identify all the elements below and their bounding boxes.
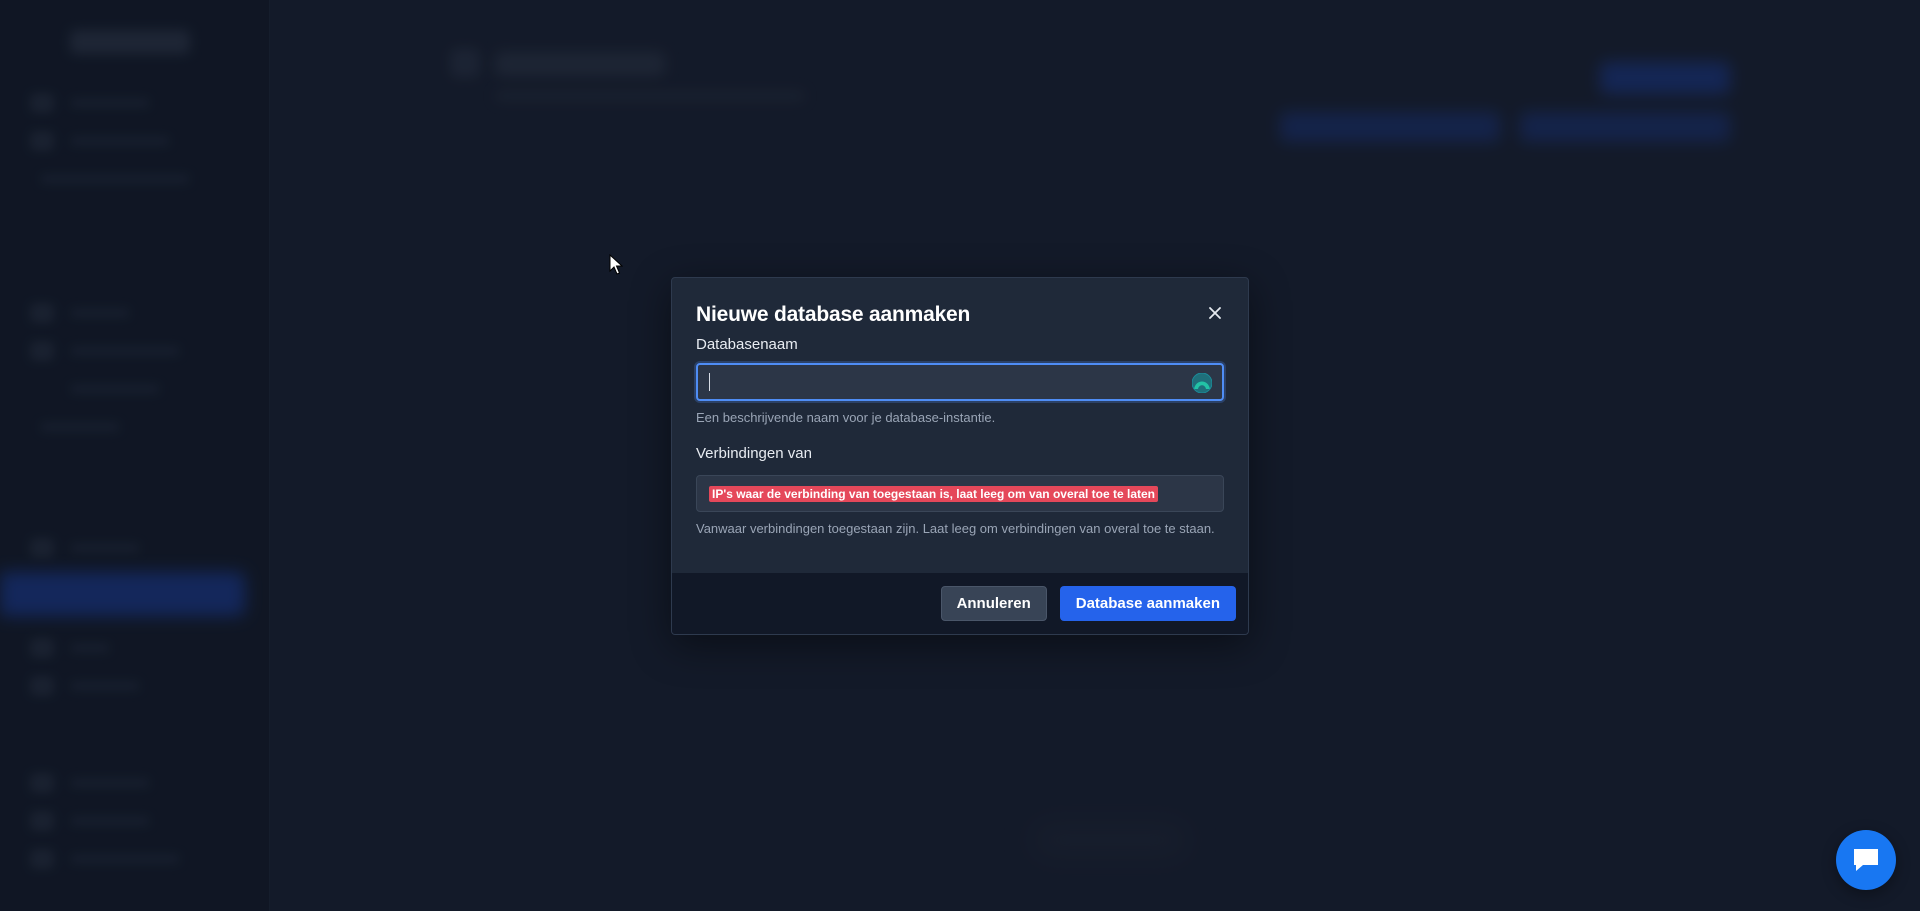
create-database-button[interactable]: Database aanmaken: [1059, 586, 1236, 621]
chat-button[interactable]: [1836, 830, 1896, 890]
database-name-wrap: [696, 363, 1224, 401]
connections-help: Vanwaar verbindingen toegestaan zijn. La…: [696, 521, 1215, 536]
text-caret: [709, 373, 710, 391]
database-name-help: Een beschrijvende naam voor je database-…: [696, 410, 996, 425]
create-database-modal: Nieuwe database aanmaken Databasenaam Ee…: [671, 277, 1249, 635]
password-manager-icon[interactable]: [1192, 373, 1212, 393]
modal-title: Nieuwe database aanmaken: [696, 303, 971, 326]
mouse-cursor-icon: [609, 254, 623, 275]
modal-footer: Annuleren Database aanmaken: [672, 573, 1248, 634]
modal-body: Nieuwe database aanmaken Databasenaam Ee…: [672, 278, 1248, 574]
database-name-label: Databasenaam: [696, 336, 798, 353]
chat-icon: [1854, 849, 1878, 871]
close-icon: [1209, 307, 1221, 319]
database-name-input[interactable]: [696, 363, 1224, 401]
cancel-button[interactable]: Annuleren: [940, 586, 1047, 621]
connections-label: Verbindingen van: [696, 445, 812, 462]
connections-placeholder: IP's waar de verbinding van toegestaan i…: [709, 485, 1159, 502]
close-button[interactable]: [1204, 302, 1226, 324]
connections-input[interactable]: IP's waar de verbinding van toegestaan i…: [696, 475, 1224, 512]
